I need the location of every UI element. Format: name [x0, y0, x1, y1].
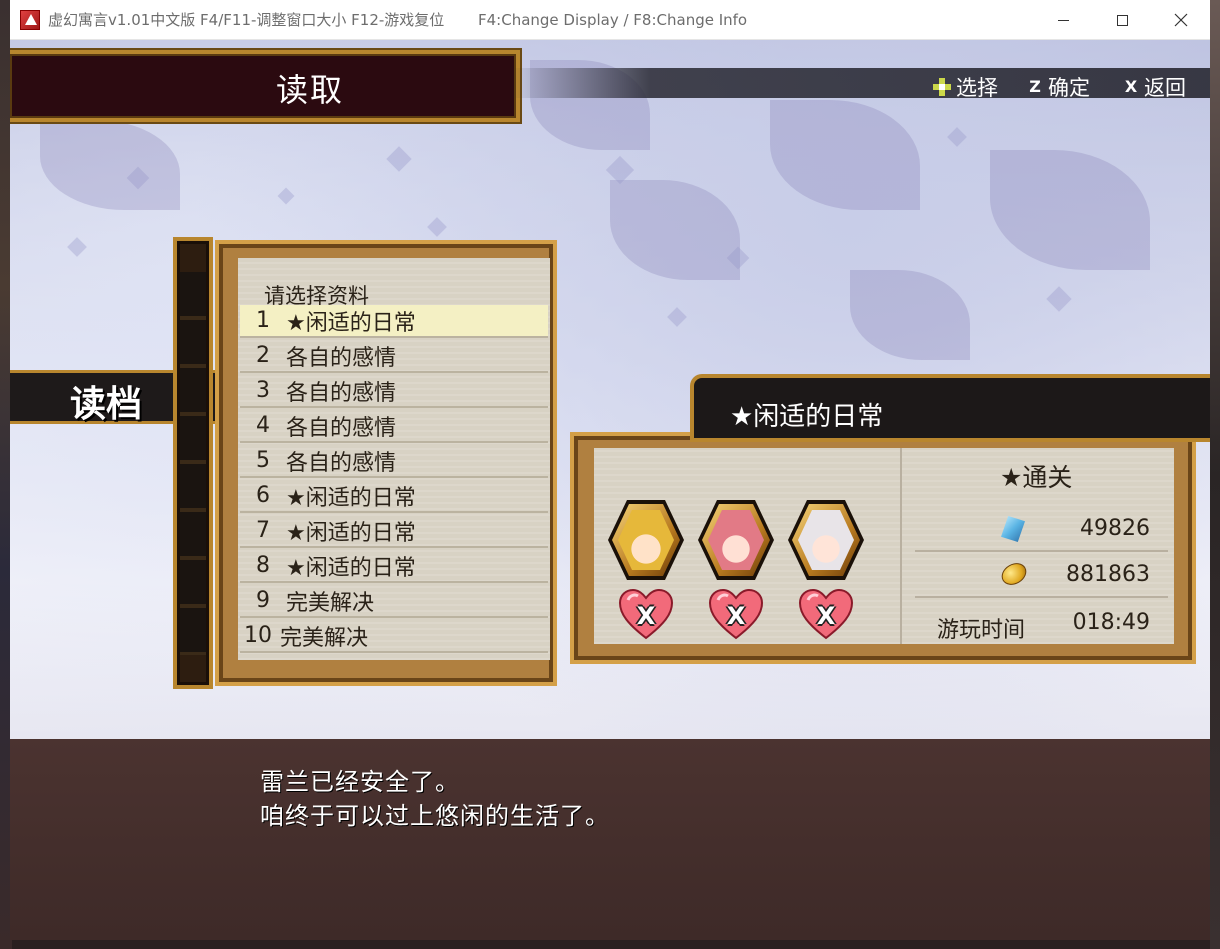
background-leaf: [770, 100, 920, 210]
save-slot-name: ★闲适的日常: [286, 485, 416, 511]
background-leaf: [850, 270, 970, 360]
save-slot-name: ★闲适的日常: [286, 310, 416, 336]
save-slot-number: 1: [256, 308, 270, 333]
background-petal: [67, 237, 87, 257]
close-icon: [1174, 13, 1188, 27]
background-petal: [277, 187, 295, 205]
load-banner-label: 读档: [70, 384, 143, 425]
z-key-icon: Z: [1029, 77, 1041, 96]
save-slot-name: 各自的感情: [286, 450, 397, 476]
save-slot[interactable]: 9 完美解决: [240, 585, 548, 618]
dpad-icon: [932, 77, 952, 97]
save-slot-name: 各自的感情: [286, 415, 397, 441]
save-slot[interactable]: 10 完美解决: [240, 620, 548, 653]
save-slot-name: 各自的感情: [286, 345, 397, 371]
minimize-icon: [1057, 19, 1069, 21]
game-screen: 读取 选择 Z 确定 X 返回 读档 请选择资料 1 ★闲适的日常 2 各自的感情 3 各…: [10, 40, 1210, 940]
background-petal: [1046, 286, 1072, 312]
save-slot-name: 完美解决: [280, 625, 369, 651]
detail-divider: [900, 448, 902, 644]
playtime-label: 游玩时间: [937, 618, 1026, 643]
control-hint-confirm: Z 确定: [1026, 72, 1090, 102]
save-slot-number: 3: [256, 378, 270, 403]
message-box[interactable]: [10, 739, 1210, 940]
save-slot[interactable]: 3 各自的感情: [240, 375, 548, 408]
game-window: 虚幻寓言v1.01中文版 F4/F11-调整窗口大小 F12-游戏复位 F4:C…: [10, 0, 1210, 940]
minimize-button[interactable]: [1034, 0, 1092, 40]
save-slot-name: 各自的感情: [286, 380, 397, 406]
window-title: 虚幻寓言v1.01中文版 F4/F11-调整窗口大小 F12-游戏复位: [48, 11, 445, 29]
background-petal: [667, 307, 687, 327]
save-slot[interactable]: 2 各自的感情: [240, 340, 548, 373]
heart-icon: X: [798, 588, 854, 640]
save-slot-number: 6: [256, 483, 270, 508]
background-petal: [386, 146, 412, 172]
control-confirm-label: 确定: [1048, 76, 1090, 100]
message-line-1: 雷兰已经安全了。: [260, 768, 460, 796]
heart-mark: X: [636, 602, 656, 630]
heart-icon: X: [708, 588, 764, 640]
close-button[interactable]: [1152, 0, 1210, 40]
window-info-text: F4:Change Display / F8:Change Info: [478, 11, 748, 29]
save-slot-number: 7: [256, 518, 270, 543]
save-slot-number: 10: [244, 623, 272, 648]
control-hint-select: 选择: [932, 72, 998, 102]
background-petal: [947, 127, 967, 147]
detail-title: ★闲适的日常: [730, 402, 884, 432]
control-back-label: 返回: [1144, 76, 1186, 100]
save-slot-number: 5: [256, 448, 270, 473]
message-line-2: 咱终于可以过上悠闲的生活了。: [260, 802, 610, 830]
crystal-row: 49826: [915, 508, 1168, 552]
maximize-button[interactable]: [1093, 0, 1151, 40]
save-slot-name: 完美解决: [286, 590, 375, 616]
playtime-row: 游玩时间 018:49: [915, 602, 1168, 646]
maximize-icon: [1116, 14, 1128, 26]
save-slot-name: ★闲适的日常: [286, 555, 416, 581]
save-slot-number: 9: [256, 588, 270, 613]
heart-mark: X: [816, 602, 836, 630]
save-slot-number: 8: [256, 553, 270, 578]
x-key-icon: X: [1124, 77, 1138, 96]
save-slot[interactable]: 6 ★闲适的日常: [240, 480, 548, 513]
save-slot[interactable]: 5 各自的感情: [240, 445, 548, 478]
gold-count: 881863: [1066, 562, 1150, 587]
save-slot-name: ★闲适的日常: [286, 520, 416, 546]
background-leaf: [40, 120, 180, 210]
background-leaf: [610, 180, 740, 280]
heart-icon: X: [618, 588, 674, 640]
save-slot[interactable]: 8 ★闲适的日常: [240, 550, 548, 583]
save-slot[interactable]: 4 各自的感情: [240, 410, 548, 443]
save-slot[interactable]: 7 ★闲适的日常: [240, 515, 548, 548]
background-leaf: [990, 150, 1150, 270]
pillar-decoration: [180, 272, 206, 655]
controls-bar: [510, 68, 1210, 98]
background-petal: [427, 217, 447, 237]
gold-row: 881863: [915, 554, 1168, 598]
playtime-value: 018:49: [1072, 610, 1150, 635]
control-select-label: 选择: [956, 76, 998, 100]
crystal-icon: [1001, 516, 1025, 542]
crystal-count: 49826: [1080, 516, 1150, 541]
desktop-background-right: [1210, 0, 1220, 949]
save-slot-number: 4: [256, 413, 270, 438]
heart-mark: X: [726, 602, 746, 630]
app-icon: [20, 9, 40, 30]
save-slot[interactable]: 1 ★闲适的日常: [240, 305, 548, 338]
window-titlebar[interactable]: 虚幻寓言v1.01中文版 F4/F11-调整窗口大小 F12-游戏复位 F4:C…: [10, 0, 1210, 40]
save-slot-number: 2: [256, 343, 270, 368]
clear-status: ★通关: [1000, 463, 1073, 492]
gold-coin-icon: [997, 558, 1031, 590]
control-hint-back: X 返回: [1122, 72, 1186, 102]
